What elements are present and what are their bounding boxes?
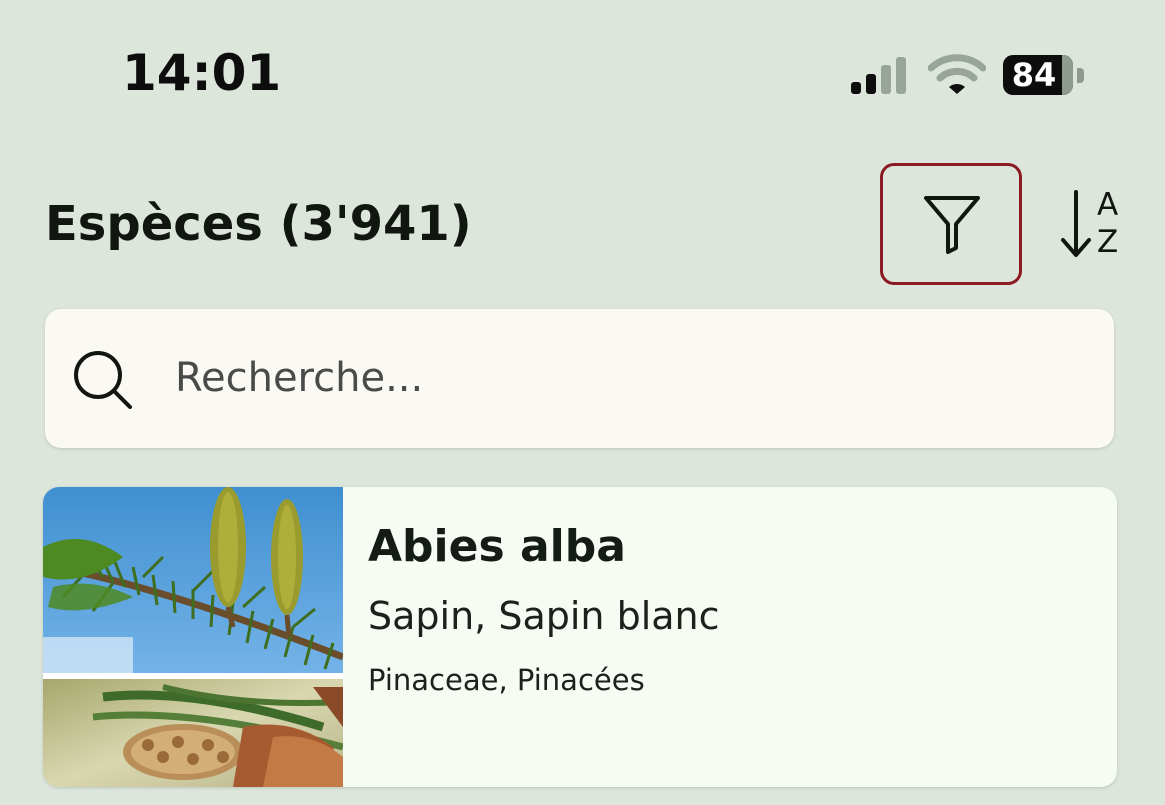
search-input[interactable] [175,343,1055,413]
species-thumbnail [43,487,343,787]
sort-arrow-icon [1061,190,1091,257]
sort-button[interactable]: A Z [1052,184,1132,264]
species-common-names: Sapin, Sapin blanc [368,594,720,638]
battery-icon: 84 [1003,55,1087,97]
status-time: 14:01 [122,44,282,102]
filter-button[interactable] [880,163,1022,285]
species-card[interactable]: Abies alba Sapin, Sapin blanc Pinaceae, … [43,487,1117,787]
sort-letter-z: Z [1097,224,1119,260]
search-icon [74,351,132,409]
search-bar[interactable] [45,309,1114,448]
page-title: Espèces (3'941) [45,196,472,252]
sort-letter-a: A [1097,187,1119,223]
species-family: Pinaceae, Pinacées [368,663,645,697]
status-bar: 14:01 84 [0,0,1165,150]
wifi-icon [928,54,986,94]
signal-icon [851,57,906,94]
battery-level: 84 [1011,56,1057,94]
species-scientific-name: Abies alba [368,521,626,572]
filter-icon [924,196,980,254]
